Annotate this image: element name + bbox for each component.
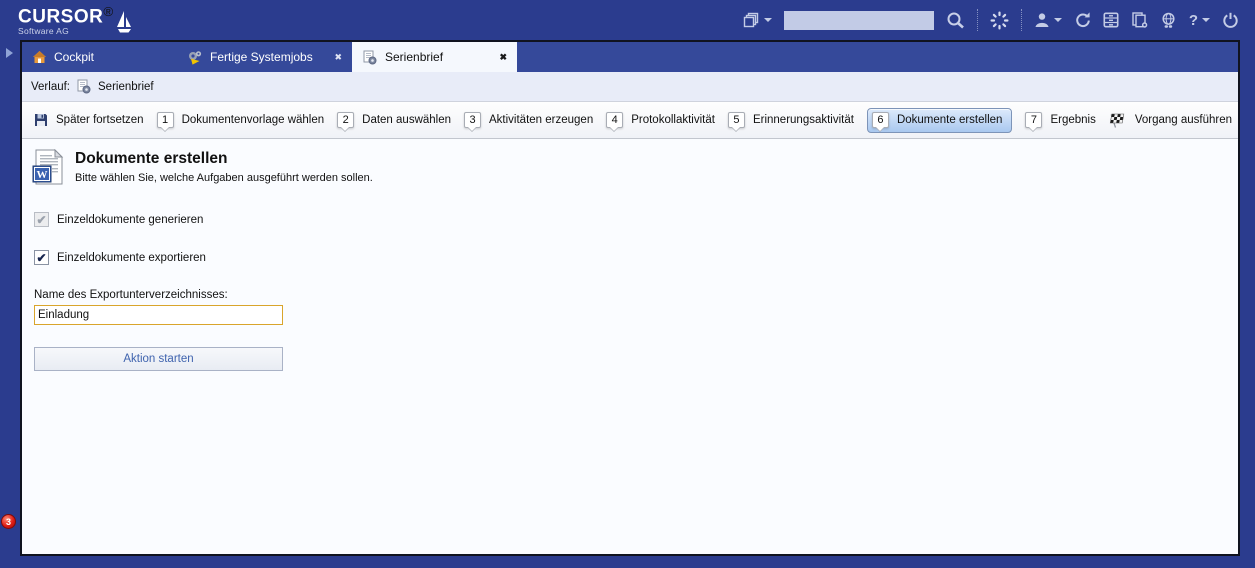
window-switcher-icon[interactable] — [743, 12, 772, 28]
tab-fertige-systemjobs[interactable]: Fertige Systemjobs — [177, 42, 352, 72]
checkered-flag-icon — [1109, 113, 1127, 128]
step-number-badge: 6 — [872, 112, 889, 128]
step-number-badge: 4 — [606, 112, 623, 128]
tab-label: Serienbrief — [385, 50, 443, 64]
wizard-step-label: Aktivitäten erzeugen — [489, 114, 593, 126]
close-tab-icon[interactable] — [334, 52, 342, 63]
button-label: Aktion starten — [123, 353, 193, 365]
wizard-step-label: Daten auswählen — [362, 114, 451, 126]
topbar-actions: ? — [743, 9, 1239, 31]
busy-spinner-icon — [990, 11, 1009, 30]
brand-subtitle: Software AG — [18, 27, 113, 36]
floppy-save-icon — [34, 113, 48, 127]
page-title: Dokumente erstellen — [75, 150, 373, 168]
wizard-step-label: Dokumentenvorlage wählen — [182, 114, 325, 126]
wizard-item-label: Vorgang ausführen — [1135, 114, 1232, 126]
breadcrumb: Verlauf: Serienbrief — [22, 72, 1238, 101]
content-area: W Dokumente erstellen Bitte wählen Sie, … — [22, 139, 1238, 554]
web-link-icon[interactable] — [1160, 12, 1177, 29]
page-subtitle: Bitte wählen Sie, welche Aufgaben ausgef… — [75, 172, 373, 184]
breadcrumb-label: Verlauf: — [31, 81, 70, 93]
page-header: W Dokumente erstellen Bitte wählen Sie, … — [32, 149, 1228, 185]
help-icon: ? — [1189, 12, 1198, 29]
user-menu[interactable] — [1034, 12, 1062, 28]
wizard-step-5[interactable]: 5 Erinnerungsaktivität — [728, 112, 854, 128]
wizard-step-label: Ergebnis — [1050, 114, 1095, 126]
chevron-down-icon — [764, 18, 772, 22]
checkbox-label: Einzeldokumente generieren — [57, 214, 203, 226]
power-icon[interactable] — [1222, 12, 1239, 29]
wizard-step-label: Erinnerungsaktivität — [753, 114, 854, 126]
wizard-step-3[interactable]: 3 Aktivitäten erzeugen — [464, 112, 593, 128]
wizard-toolbar: Später fortsetzen 1 Dokumentenvorlage wä… — [22, 101, 1238, 139]
chevron-down-icon — [1054, 18, 1062, 22]
documents-icon[interactable] — [1131, 12, 1148, 28]
breadcrumb-item-serienbrief[interactable]: Serienbrief — [98, 81, 154, 93]
checkbox-row-generate: Einzeldokumente generieren — [34, 212, 1228, 227]
application-window: CURSOR® Software AG — [0, 0, 1255, 40]
step-number-badge: 1 — [157, 112, 174, 128]
step-number-badge: 7 — [1025, 112, 1042, 128]
notification-badge[interactable]: 3 — [1, 514, 16, 529]
wizard-step-label: Dokumente erstellen — [897, 114, 1002, 126]
save-later-button[interactable]: Später fortsetzen — [34, 113, 144, 127]
cursor-logo: CURSOR® Software AG — [18, 5, 133, 36]
tab-bar: Cockpit Fertige Systemjobs — [22, 42, 1238, 72]
archive-cabinet-icon[interactable] — [1103, 12, 1119, 28]
wizard-step-4[interactable]: 4 Protokollaktivität — [606, 112, 715, 128]
tab-serienbrief[interactable]: Serienbrief — [352, 42, 517, 72]
step-number-badge: 5 — [728, 112, 745, 128]
tab-cockpit[interactable]: Cockpit — [22, 42, 177, 72]
separator — [1021, 9, 1022, 31]
export-subdirectory-label: Name des Exportunterverzeichnisses: — [34, 289, 1228, 301]
workspace-frame: Cockpit Fertige Systemjobs — [20, 40, 1240, 556]
close-tab-icon[interactable] — [499, 52, 507, 63]
start-action-button[interactable]: Aktion starten — [34, 347, 283, 371]
help-menu[interactable]: ? — [1189, 12, 1210, 29]
export-subdirectory-input[interactable] — [34, 305, 283, 325]
wizard-step-label: Protokollaktivität — [631, 114, 715, 126]
execute-process-button[interactable]: Vorgang ausführen — [1109, 113, 1232, 128]
wizard-step-6-active[interactable]: 6 Dokumente erstellen — [867, 108, 1012, 133]
checkbox-row-export: Einzeldokumente exportieren — [34, 250, 1228, 265]
global-search-input[interactable] — [784, 11, 934, 30]
brand-name: CURSOR — [18, 6, 103, 27]
registered-mark: ® — [103, 4, 113, 19]
sailboat-icon — [115, 9, 133, 35]
cursor-logo-text: CURSOR® Software AG — [18, 5, 113, 36]
chevron-down-icon — [1202, 18, 1210, 22]
refresh-icon[interactable] — [1074, 12, 1091, 28]
wizard-item-label: Später fortsetzen — [56, 114, 144, 126]
svg-text:W: W — [37, 169, 48, 181]
step-number-badge: 3 — [464, 112, 481, 128]
systemjobs-gears-icon — [187, 50, 203, 65]
tab-label: Cockpit — [54, 50, 94, 64]
checkbox-generate-documents — [34, 212, 49, 227]
step-number-badge: 2 — [337, 112, 354, 128]
checkbox-label: Einzeldokumente exportieren — [57, 252, 206, 264]
separator — [977, 9, 978, 31]
stacked-windows-icon — [743, 12, 760, 28]
top-bar: CURSOR® Software AG — [0, 0, 1255, 40]
page-header-text: Dokumente erstellen Bitte wählen Sie, we… — [75, 149, 373, 184]
search-icon[interactable] — [946, 11, 965, 29]
wizard-step-2[interactable]: 2 Daten auswählen — [337, 112, 451, 128]
document-gear-icon — [362, 50, 378, 65]
checkbox-export-documents[interactable] — [34, 250, 49, 265]
document-gear-icon — [76, 79, 92, 94]
home-icon — [32, 50, 47, 64]
user-icon — [1034, 12, 1050, 28]
panel-expand-arrow-icon[interactable] — [6, 48, 13, 58]
wizard-step-1[interactable]: 1 Dokumentenvorlage wählen — [157, 112, 325, 128]
wizard-step-7[interactable]: 7 Ergebnis — [1025, 112, 1095, 128]
tab-label: Fertige Systemjobs — [210, 50, 313, 64]
word-document-icon: W — [32, 149, 64, 185]
